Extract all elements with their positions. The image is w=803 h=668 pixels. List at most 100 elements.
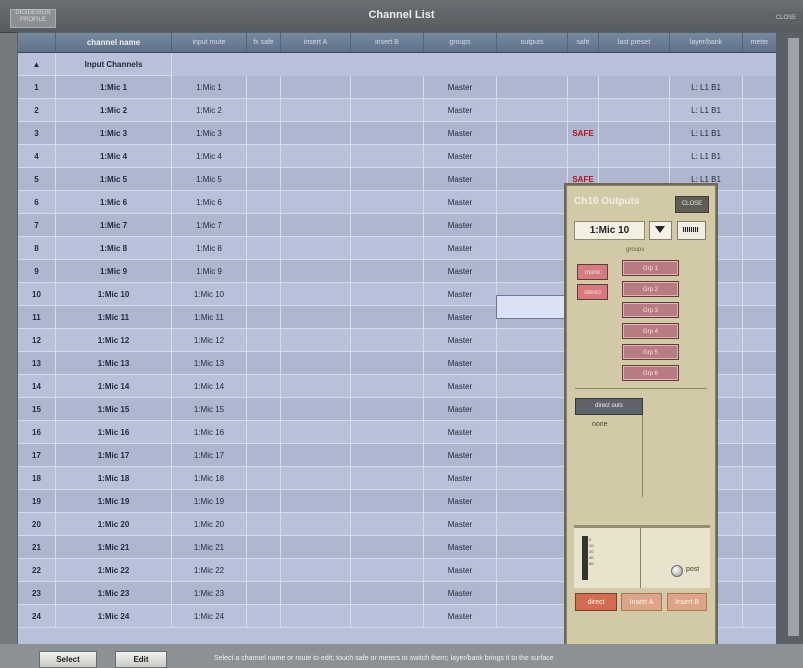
fx-safe-cell[interactable] — [247, 306, 281, 329]
meter-cell[interactable] — [743, 283, 777, 306]
meter-cell[interactable] — [743, 191, 777, 214]
insert-b-cell[interactable] — [351, 605, 424, 628]
groups-cell[interactable]: Master — [424, 168, 497, 191]
fx-safe-cell[interactable] — [247, 467, 281, 490]
insert-a-cell[interactable] — [281, 168, 351, 191]
fx-safe-cell[interactable] — [247, 513, 281, 536]
keyboard-icon[interactable] — [677, 221, 706, 240]
group-button[interactable]: Grp 5 — [622, 344, 679, 360]
insert-a-cell[interactable] — [281, 329, 351, 352]
channel-number[interactable]: 16 — [18, 421, 56, 444]
groups-cell[interactable]: Master — [424, 490, 497, 513]
channel-name[interactable]: 1:Mic 12 — [56, 329, 172, 352]
insert-b-button[interactable]: Insert B — [667, 593, 707, 611]
insert-a-cell[interactable] — [281, 145, 351, 168]
channel-name[interactable]: 1:Mic 8 — [56, 237, 172, 260]
insert-b-cell[interactable] — [351, 99, 424, 122]
outputs-cell[interactable] — [497, 582, 568, 605]
insert-b-cell[interactable] — [351, 237, 424, 260]
insert-a-cell[interactable] — [281, 421, 351, 444]
channel-number[interactable]: 5 — [18, 168, 56, 191]
vertical-scrollbar[interactable] — [776, 32, 803, 644]
insert-a-cell[interactable] — [281, 352, 351, 375]
table-row[interactable]: 4 1:Mic 4 1:Mic 4 Master L: L1 B1 — [18, 145, 777, 168]
channel-name[interactable]: 1:Mic 4 — [56, 145, 172, 168]
fx-safe-cell[interactable] — [247, 536, 281, 559]
scroll-thumb[interactable] — [788, 38, 799, 636]
input-route[interactable]: 1:Mic 24 — [172, 605, 247, 628]
fx-safe-cell[interactable] — [247, 490, 281, 513]
outputs-cell[interactable] — [497, 122, 568, 145]
safe-cell[interactable] — [568, 99, 599, 122]
edit-button[interactable]: Edit — [115, 651, 167, 668]
channel-number[interactable]: 18 — [18, 467, 56, 490]
group-button[interactable]: Grp 2 — [622, 281, 679, 297]
fx-safe-cell[interactable] — [247, 191, 281, 214]
outputs-cell[interactable] — [497, 191, 568, 214]
last-preset-cell[interactable] — [599, 76, 670, 99]
insert-b-cell[interactable] — [351, 329, 424, 352]
input-route[interactable]: 1:Mic 8 — [172, 237, 247, 260]
channel-number[interactable]: 23 — [18, 582, 56, 605]
insert-b-cell[interactable] — [351, 76, 424, 99]
layer-bank-cell[interactable]: L: L1 B1 — [670, 76, 743, 99]
insert-a-cell[interactable] — [281, 122, 351, 145]
channel-name[interactable]: 1:Mic 19 — [56, 490, 172, 513]
groups-cell[interactable]: Master — [424, 306, 497, 329]
safe-cell[interactable] — [568, 145, 599, 168]
post-radio[interactable] — [671, 565, 683, 577]
group-button[interactable]: Grp 4 — [622, 323, 679, 339]
groups-cell[interactable]: Master — [424, 605, 497, 628]
channel-name[interactable]: 1:Mic 18 — [56, 467, 172, 490]
safe-cell[interactable]: SAFE — [568, 122, 599, 145]
channel-number[interactable]: 24 — [18, 605, 56, 628]
channel-name[interactable]: 1:Mic 15 — [56, 398, 172, 421]
input-route[interactable]: 1:Mic 10 — [172, 283, 247, 306]
insert-a-cell[interactable] — [281, 76, 351, 99]
meter-cell[interactable] — [743, 99, 777, 122]
channel-number[interactable]: 6 — [18, 191, 56, 214]
meter-cell[interactable] — [743, 260, 777, 283]
groups-cell[interactable]: Master — [424, 191, 497, 214]
insert-b-cell[interactable] — [351, 352, 424, 375]
input-route[interactable]: 1:Mic 19 — [172, 490, 247, 513]
channel-number[interactable]: 2 — [18, 99, 56, 122]
insert-a-cell[interactable] — [281, 214, 351, 237]
insert-a-cell[interactable] — [281, 260, 351, 283]
insert-b-cell[interactable] — [351, 536, 424, 559]
last-preset-cell[interactable] — [599, 122, 670, 145]
layer-bank-cell[interactable]: L: L1 B1 — [670, 145, 743, 168]
fx-safe-cell[interactable] — [247, 329, 281, 352]
window-close-button[interactable]: CLOSE — [769, 12, 803, 25]
groups-cell[interactable]: Master — [424, 352, 497, 375]
insert-b-cell[interactable] — [351, 582, 424, 605]
channel-number[interactable]: 11 — [18, 306, 56, 329]
input-route[interactable]: 1:Mic 11 — [172, 306, 247, 329]
groups-cell[interactable]: Master — [424, 260, 497, 283]
layer-bank-cell[interactable]: L: L1 B1 — [670, 99, 743, 122]
channel-name[interactable]: 1:Mic 17 — [56, 444, 172, 467]
group-button[interactable]: Grp 1 — [622, 260, 679, 276]
groups-cell[interactable]: Master — [424, 513, 497, 536]
channel-number[interactable]: 7 — [18, 214, 56, 237]
sort-icon[interactable]: ▲ — [18, 53, 56, 76]
insert-a-cell[interactable] — [281, 306, 351, 329]
insert-b-cell[interactable] — [351, 467, 424, 490]
select-button[interactable]: Select — [39, 651, 97, 668]
groups-cell[interactable]: Master — [424, 467, 497, 490]
channel-name[interactable]: 1:Mic 23 — [56, 582, 172, 605]
fx-safe-cell[interactable] — [247, 260, 281, 283]
insert-b-cell[interactable] — [351, 191, 424, 214]
groups-cell[interactable]: Master — [424, 559, 497, 582]
channel-name[interactable]: 1:Mic 13 — [56, 352, 172, 375]
input-route[interactable]: 1:Mic 9 — [172, 260, 247, 283]
chevron-down-icon[interactable] — [649, 221, 672, 240]
input-route[interactable]: 1:Mic 13 — [172, 352, 247, 375]
meter-cell[interactable] — [743, 398, 777, 421]
groups-cell[interactable]: Master — [424, 375, 497, 398]
insert-b-cell[interactable] — [351, 306, 424, 329]
input-route[interactable]: 1:Mic 17 — [172, 444, 247, 467]
insert-b-cell[interactable] — [351, 283, 424, 306]
insert-a-cell[interactable] — [281, 559, 351, 582]
groups-cell[interactable]: Master — [424, 329, 497, 352]
